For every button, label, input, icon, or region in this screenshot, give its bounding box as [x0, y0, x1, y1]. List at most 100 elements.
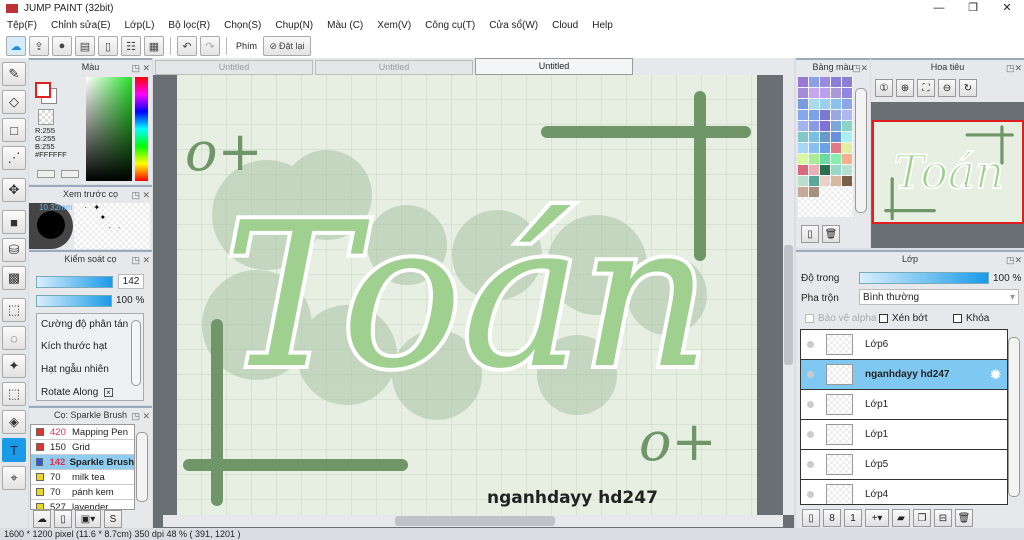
- brush-list-item[interactable]: 70 pánh kem: [31, 485, 134, 500]
- rotate-along-option[interactable]: Rotate Along: [41, 387, 98, 398]
- particle-size-option[interactable]: Kích thước hạt: [41, 341, 107, 352]
- share-icon[interactable]: ⇪: [29, 36, 49, 56]
- palette-swatch[interactable]: [820, 154, 830, 164]
- palette-swatch[interactable]: [820, 132, 830, 142]
- scatter-option[interactable]: Cường độ phân tán: [41, 319, 128, 330]
- zoom-actual-icon[interactable]: ①: [875, 79, 893, 97]
- panel-close-icon[interactable]: ◳✕: [1006, 253, 1022, 267]
- bucket-tool-icon[interactable]: ⛁: [2, 238, 26, 262]
- palette-swatch[interactable]: [798, 154, 808, 164]
- new-color-icon[interactable]: ▯: [801, 225, 819, 243]
- layer-row[interactable]: Lớp4: [801, 480, 1007, 504]
- fit-screen-icon[interactable]: ⛶: [917, 79, 935, 97]
- message-icon[interactable]: ▤: [75, 36, 95, 56]
- palette-swatch[interactable]: [798, 77, 808, 87]
- rotate-icon[interactable]: ↻: [959, 79, 977, 97]
- eyedropper-button[interactable]: [61, 170, 79, 178]
- palette-swatch[interactable]: [820, 88, 830, 98]
- palette-swatch[interactable]: [809, 121, 819, 131]
- palette-swatch[interactable]: [831, 154, 841, 164]
- brush-size-input[interactable]: 142: [118, 274, 144, 289]
- new-8bit-layer-icon[interactable]: 8: [823, 509, 841, 527]
- palette-swatch[interactable]: [842, 154, 852, 164]
- palette-swatch[interactable]: [842, 176, 852, 186]
- gear-icon[interactable]: ✹: [990, 367, 1001, 383]
- brush-list-item[interactable]: 150 Grid: [31, 440, 134, 455]
- palette-swatch[interactable]: [842, 99, 852, 109]
- palette-swatch[interactable]: [798, 121, 808, 131]
- palette-swatch[interactable]: [798, 99, 808, 109]
- menu-item-4[interactable]: Chọn(S): [217, 20, 268, 31]
- menu-item-11[interactable]: Help: [585, 20, 620, 31]
- palette-swatch[interactable]: [842, 121, 852, 131]
- visibility-toggle[interactable]: [807, 431, 814, 438]
- palette-swatch[interactable]: [809, 187, 819, 197]
- brush-list-item[interactable]: 527 lavender: [31, 500, 134, 509]
- brush-list-item[interactable]: 70 milk tea: [31, 470, 134, 485]
- palette-swatch[interactable]: [831, 165, 841, 175]
- palette-swatch[interactable]: [831, 99, 841, 109]
- cloud-icon[interactable]: ☁: [6, 36, 26, 56]
- folder-icon[interactable]: ▰: [892, 509, 910, 527]
- menu-item-7[interactable]: Xem(V): [370, 20, 418, 31]
- palette-swatch[interactable]: [809, 154, 819, 164]
- layer-row[interactable]: Lớp1: [801, 390, 1007, 420]
- options-scrollbar[interactable]: [131, 320, 141, 386]
- palette-swatch[interactable]: [831, 88, 841, 98]
- add-layer-menu-icon[interactable]: +▾: [865, 509, 889, 527]
- color-option-button[interactable]: [37, 170, 55, 178]
- palette-swatch[interactable]: [842, 165, 852, 175]
- minimize-button[interactable]: —: [922, 0, 956, 17]
- palette-swatch[interactable]: [831, 143, 841, 153]
- palette-swatch[interactable]: [820, 121, 830, 131]
- palette-swatch[interactable]: [831, 110, 841, 120]
- rectangle-tool-icon[interactable]: □: [2, 118, 26, 142]
- palette-scrollbar[interactable]: [855, 88, 867, 213]
- palette-swatch[interactable]: [842, 88, 852, 98]
- palette-swatch[interactable]: [820, 143, 830, 153]
- cloud-download-icon[interactable]: ☁: [33, 510, 51, 528]
- palette-swatch[interactable]: [809, 99, 819, 109]
- palette-swatch[interactable]: [831, 176, 841, 186]
- undo-icon[interactable]: ↶: [177, 36, 197, 56]
- palette-swatch[interactable]: [820, 110, 830, 120]
- palette-swatch[interactable]: [842, 132, 852, 142]
- panel-close-icon[interactable]: ◳✕: [1006, 61, 1022, 75]
- palette-swatch[interactable]: [842, 143, 852, 153]
- line-dots-tool-icon[interactable]: ⋰: [2, 146, 26, 170]
- eraser-tool-icon[interactable]: ◇: [2, 90, 26, 114]
- visibility-toggle[interactable]: [807, 491, 814, 498]
- tab-untitled-3[interactable]: Untitled: [475, 58, 633, 75]
- delete-color-icon[interactable]: 🗑: [822, 225, 840, 243]
- palette-swatch[interactable]: [842, 110, 852, 120]
- text-tool-icon[interactable]: T: [2, 438, 26, 462]
- panel-close-icon[interactable]: ◳ ✕: [131, 188, 150, 202]
- edit-grid-icon[interactable]: ▦: [144, 36, 164, 56]
- palette-swatch[interactable]: [831, 132, 841, 142]
- layer-row[interactable]: nganhdayy hd247 ✹: [801, 360, 1007, 390]
- palette-swatch[interactable]: [809, 88, 819, 98]
- palette-swatch[interactable]: [798, 143, 808, 153]
- menu-item-5[interactable]: Chụp(N): [268, 20, 320, 31]
- brush-list-item[interactable]: 420 Mapping Pen: [31, 425, 134, 440]
- palette-swatch[interactable]: [809, 176, 819, 186]
- maximize-button[interactable]: ❐: [956, 0, 990, 17]
- menu-item-8[interactable]: Công cụ(T): [418, 20, 482, 31]
- protect-alpha-checkbox[interactable]: [805, 313, 814, 323]
- merge-layer-icon[interactable]: ⊟: [934, 509, 952, 527]
- menu-item-10[interactable]: Cloud: [545, 20, 585, 31]
- layer-scrollbar[interactable]: [1008, 337, 1020, 497]
- palette-swatch[interactable]: [820, 99, 830, 109]
- clip-checkbox[interactable]: [879, 313, 888, 323]
- visibility-toggle[interactable]: [807, 371, 814, 378]
- lasso-tool-icon[interactable]: ◌: [2, 326, 26, 350]
- new-1bit-layer-icon[interactable]: 1: [844, 509, 862, 527]
- palette-swatch[interactable]: [798, 88, 808, 98]
- palette-swatch[interactable]: [831, 121, 841, 131]
- reset-button[interactable]: ⊘ Đặt lại: [263, 36, 312, 56]
- menu-item-1[interactable]: Chỉnh sửa(E): [44, 20, 118, 31]
- move-tool-icon[interactable]: ✥: [2, 178, 26, 202]
- rotate-along-checkbox[interactable]: ×: [104, 388, 113, 397]
- layer-row[interactable]: Lớp1: [801, 420, 1007, 450]
- menu-item-9[interactable]: Cửa sổ(W): [482, 20, 545, 31]
